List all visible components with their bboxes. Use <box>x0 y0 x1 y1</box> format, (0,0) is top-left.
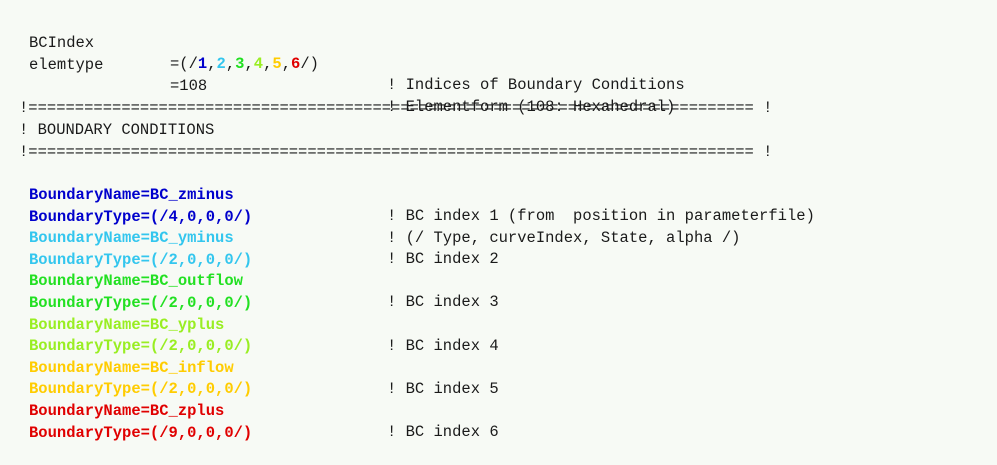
boundary-5-name-line: BoundaryName=BC_inflow ! BC index 5 <box>0 337 499 398</box>
boundary-6-name: BoundaryName=BC_zplus <box>29 402 225 420</box>
boundary-1-name: BoundaryName=BC_zminus <box>29 186 234 204</box>
boundary-4-type-line: BoundaryType=(/2,0,0,0/) <box>0 315 252 355</box>
boundary-5-type: BoundaryType=(/2,0,0,0/) <box>29 380 253 398</box>
bcindex-value-4: 4 <box>253 55 264 73</box>
boundary-4-name: BoundaryName=BC_yplus <box>29 316 225 334</box>
boundary-2-type-line: BoundaryType=(/2,0,0,0/) <box>0 229 252 269</box>
bcindex-value-5: 5 <box>272 55 282 73</box>
boundary-2-name: BoundaryName=BC_yminus <box>29 229 234 247</box>
banner-title-line: ! BOUNDARY CONDITIONS <box>0 99 214 139</box>
banner-rule-text: !=======================================… <box>19 99 773 117</box>
boundary-2-name-line: BoundaryName=BC_yminus ! BC index 2 <box>0 207 499 268</box>
banner-rule-top: !=======================================… <box>0 77 772 117</box>
boundary-6-type-line: BoundaryType=(/9,0,0,0/) <box>0 402 252 442</box>
bcindex-value: =(/1,2,3,4,5,6/) <box>170 55 319 73</box>
banner-rule-text: !=======================================… <box>19 143 773 161</box>
bcindex-value-2: 2 <box>216 55 226 73</box>
boundary-3-type-line: BoundaryType=(/2,0,0,0/) <box>0 272 252 312</box>
bcindex-line: BCIndex =(/1,2,3,4,5,6/) ! Indices of Bo… <box>0 12 685 94</box>
bcindex-value-3: 3 <box>235 55 245 73</box>
bcindex-comment: ! Indices of Boundary Conditions <box>387 76 685 94</box>
banner-rule-bottom: !=======================================… <box>0 121 772 161</box>
elemtype-value: =108 <box>170 77 208 95</box>
boundary-5-type-line: BoundaryType=(/2,0,0,0/) <box>0 358 252 398</box>
boundary-1-name-comment: ! BC index 1 (from position in parameter… <box>387 207 815 225</box>
boundary-2-name-comment: ! BC index 2 <box>387 250 499 268</box>
boundary-6-type: BoundaryType=(/9,0,0,0/) <box>29 424 253 442</box>
boundary-4-name-comment: ! BC index 4 <box>387 337 499 355</box>
elemtype-line: elemtype =108 ! Elementform (108: Hexahe… <box>0 34 675 116</box>
elemtype-key: elemtype <box>29 56 104 74</box>
boundary-1-type-line: BoundaryType=(/4,0,0,0/) ! (/ Type, curv… <box>0 186 740 247</box>
boundary-2-type: BoundaryType=(/2,0,0,0/) <box>29 251 253 269</box>
boundary-1-type: BoundaryType=(/4,0,0,0/) <box>29 208 253 226</box>
boundary-3-name: BoundaryName=BC_outflow <box>29 272 243 290</box>
boundary-6-name-comment: ! BC index 6 <box>387 423 499 441</box>
boundary-1-type-comment: ! (/ Type, curveIndex, State, alpha /) <box>387 229 741 247</box>
boundary-4-name-line: BoundaryName=BC_yplus ! BC index 4 <box>0 294 499 355</box>
bcindex-key: BCIndex <box>29 34 95 52</box>
boundary-3-name-line: BoundaryName=BC_outflow ! BC index 3 <box>0 250 499 311</box>
bcindex-value-6: 6 <box>291 55 301 73</box>
boundary-1-name-line: BoundaryName=BC_zminus ! BC index 1 (fro… <box>0 164 815 225</box>
boundary-5-name-comment: ! BC index 5 <box>387 380 499 398</box>
bcindex-suffix: /) <box>300 55 319 73</box>
banner-title: ! BOUNDARY CONDITIONS <box>19 121 215 139</box>
boundary-5-name: BoundaryName=BC_inflow <box>29 359 234 377</box>
bcindex-value-1: 1 <box>197 55 208 73</box>
boundary-3-name-comment: ! BC index 3 <box>387 293 499 311</box>
boundary-6-name-line: BoundaryName=BC_zplus ! BC index 6 <box>0 380 499 441</box>
bcindex-prefix: =(/ <box>170 55 198 73</box>
boundary-4-type: BoundaryType=(/2,0,0,0/) <box>29 337 253 355</box>
boundary-3-type: BoundaryType=(/2,0,0,0/) <box>29 294 253 312</box>
